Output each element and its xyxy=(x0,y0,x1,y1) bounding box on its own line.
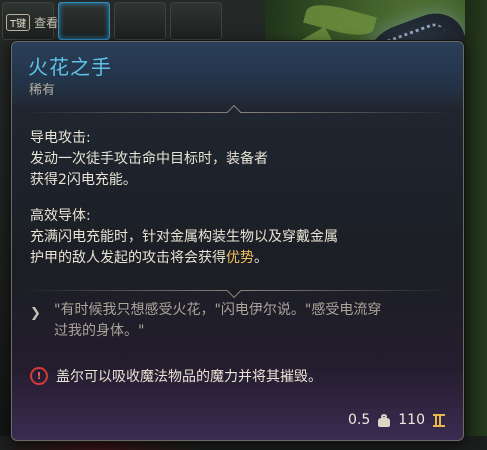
scene-edge xyxy=(465,0,487,450)
examine-hint[interactable]: T键 查看 xyxy=(6,14,58,31)
ability-title: 导电攻击: xyxy=(30,130,91,146)
quote-icon: ❯ xyxy=(30,306,41,321)
ability-line: 护甲的敌人发起的攻击将会获得优势。 xyxy=(30,248,450,269)
examine-label: 查看 xyxy=(34,16,59,30)
flavor-text: ❯ "有时候我只想感受火花，"闪电伊尔说。"感受电流穿 过我的身体。" xyxy=(30,300,455,342)
hotbar-slot[interactable] xyxy=(114,2,166,40)
item-stats: 0.5 110 xyxy=(348,412,445,428)
ability-line: 充满闪电充能时，针对金属构装生物以及穿戴金属 xyxy=(30,229,338,245)
divider-notch xyxy=(226,104,242,120)
flavor-line: 过我的身体。" xyxy=(54,323,145,339)
divider-notch xyxy=(226,283,242,299)
weight-icon xyxy=(378,413,391,427)
ability-line: 获得2闪电充能。 xyxy=(30,172,137,188)
ability-conductive-strike: 导电攻击: 发动一次徒手攻击命中目标时，装备者 获得2闪电充能。 xyxy=(30,128,450,191)
gold-coin-icon xyxy=(433,413,445,427)
header-divider xyxy=(22,104,452,120)
ability-text: 。 xyxy=(254,250,268,266)
flavor-line: "有时候我只想感受火花，"闪电伊尔说。"感受电流穿 xyxy=(54,302,382,318)
gold-value: 110 xyxy=(398,412,425,428)
item-name: 火花之手 xyxy=(28,55,112,79)
flavor-divider xyxy=(22,283,452,299)
hotbar-slot-selected[interactable] xyxy=(58,2,110,40)
hotbar-slot[interactable] xyxy=(170,2,222,40)
key-cap: T键 xyxy=(6,14,31,31)
ability-efficient-conductor: 高效导体: 充满闪电充能时，针对金属构装生物以及穿戴金属 护甲的敌人发起的攻击将… xyxy=(30,206,450,269)
flavor-body: "有时候我只想感受火花，"闪电伊尔说。"感受电流穿 过我的身体。" xyxy=(54,300,381,342)
item-tooltip: 火花之手 稀有 导电攻击: 发动一次徒手攻击命中目标时，装备者 获得2闪电充能。… xyxy=(11,41,464,441)
warning-icon: ! xyxy=(30,367,48,385)
advantage-keyword[interactable]: 优势 xyxy=(226,250,254,266)
ability-line: 发动一次徒手攻击命中目标时，装备者 xyxy=(30,151,268,167)
weight-value: 0.5 xyxy=(348,412,371,428)
ability-title: 高效导体: xyxy=(30,208,91,224)
warning-note: ! 盖尔可以吸收魔法物品的魔力并将其摧毁。 xyxy=(30,366,322,386)
ability-text: 护甲的敌人发起的攻击将会获得 xyxy=(30,250,226,266)
item-rarity: 稀有 xyxy=(29,83,56,98)
warning-text: 盖尔可以吸收魔法物品的魔力并将其摧毁。 xyxy=(56,369,322,385)
